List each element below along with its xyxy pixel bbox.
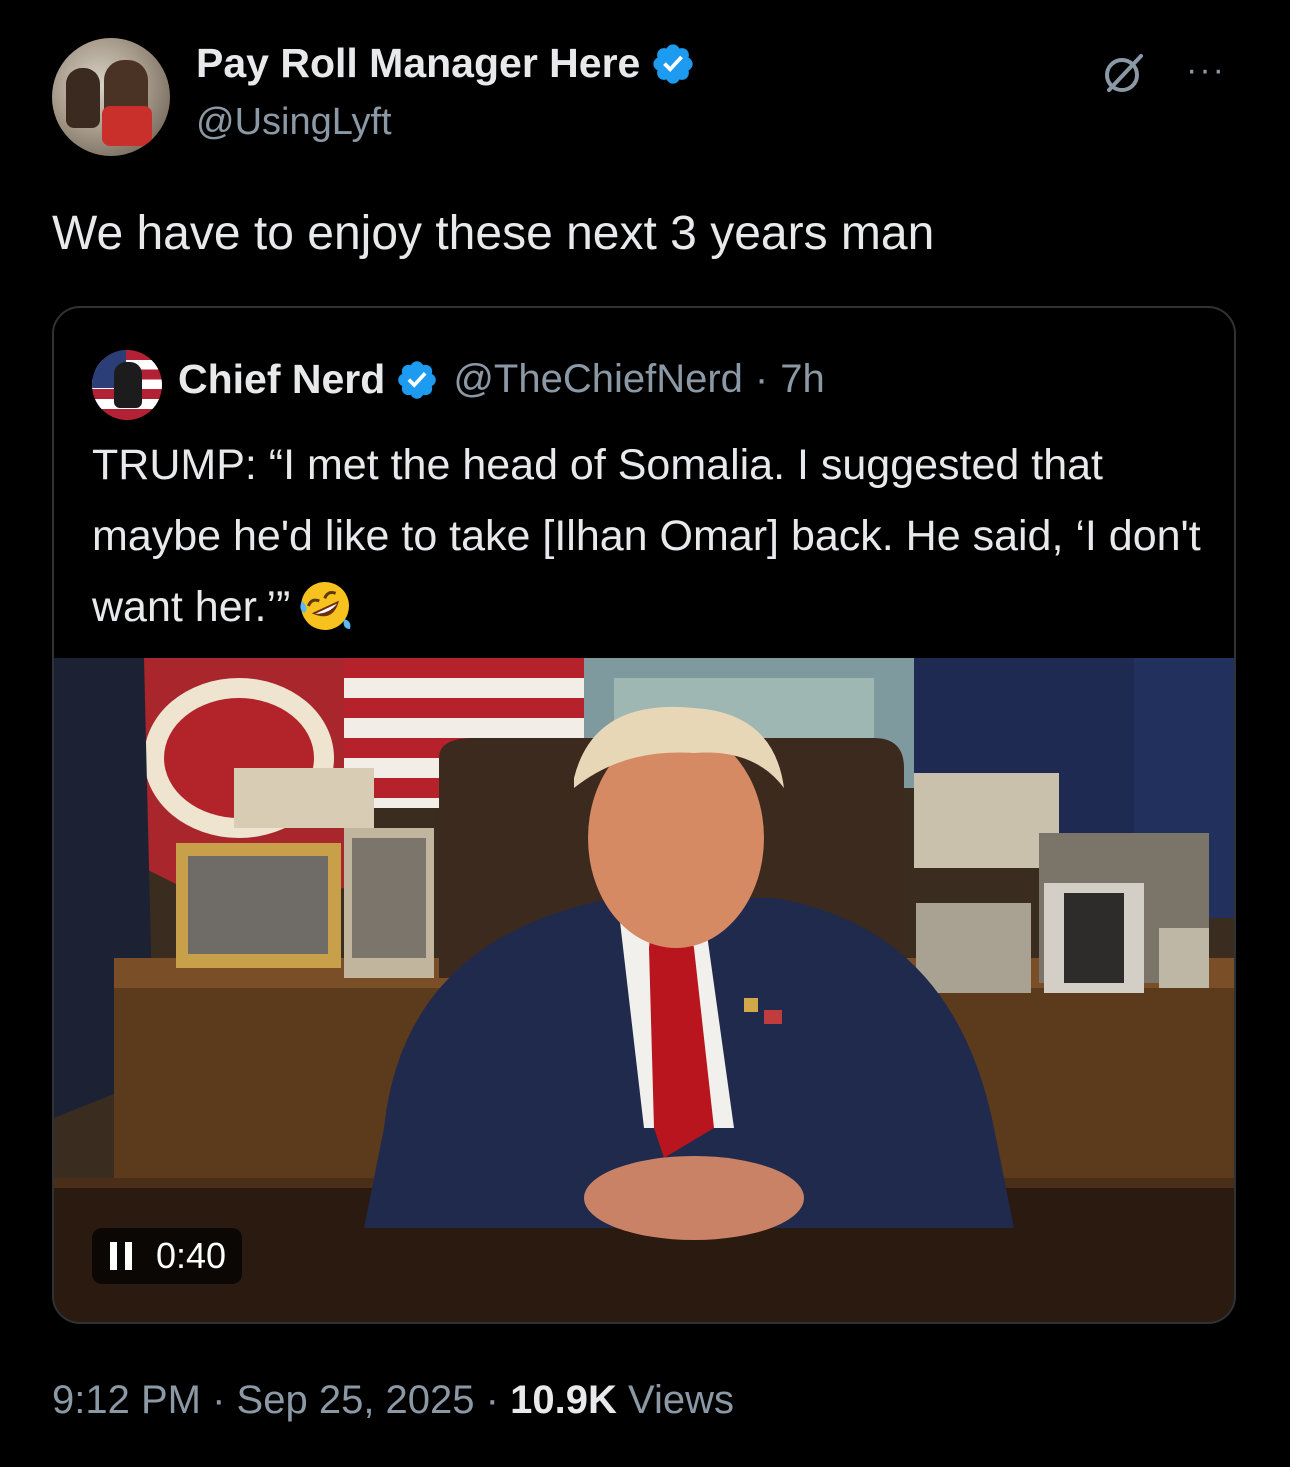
- views-label[interactable]: Views: [628, 1378, 734, 1422]
- avatar-shirt: [102, 106, 152, 146]
- video-elapsed-time: 0:40: [156, 1235, 227, 1276]
- verified-badge-icon: [653, 43, 693, 84]
- quote-tweet-card[interactable]: Chief Nerd @TheChiefNerd · 7h TRUMP: “I …: [52, 306, 1236, 1324]
- quote-video[interactable]: 0:40: [54, 658, 1234, 1322]
- quote-author-handle[interactable]: @TheChiefNerd: [453, 357, 743, 402]
- more-options-icon[interactable]: ···: [1186, 53, 1226, 87]
- quote-text-block: TRUMP: “I met the head of Somalia. I sug…: [92, 430, 1202, 643]
- pause-icon[interactable]: [110, 1242, 132, 1270]
- grok-icon[interactable]: [1101, 50, 1147, 96]
- video-frame: [54, 658, 1234, 1322]
- quote-text: TRUMP: “I met the head of Somalia. I sug…: [92, 441, 1201, 631]
- tweet-text: We have to enjoy these next 3 years man: [52, 207, 935, 260]
- separator-dot: ·: [485, 1378, 499, 1422]
- author-avatar[interactable]: [52, 38, 170, 156]
- rolling-on-the-floor-laughing-emoji-icon: [300, 582, 351, 630]
- verified-badge-icon: [398, 360, 437, 399]
- separator-dot: ·: [754, 357, 769, 401]
- quote-author-avatar[interactable]: [92, 350, 162, 420]
- avatar-figure: [114, 362, 142, 408]
- author-display-name-row[interactable]: Pay Roll Manager Here: [196, 40, 696, 87]
- tweet-date[interactable]: Sep 25, 2025: [237, 1378, 475, 1422]
- views-count[interactable]: 10.9K: [510, 1378, 617, 1422]
- author-handle[interactable]: @UsingLyft: [196, 101, 392, 144]
- quote-author-display-name[interactable]: Chief Nerd: [178, 356, 385, 403]
- tweet-timestamp[interactable]: 9:12 PM: [52, 1378, 201, 1422]
- author-display-name[interactable]: Pay Roll Manager Here: [196, 40, 640, 87]
- quote-time-ago[interactable]: 7h: [780, 357, 825, 402]
- avatar-figure-left: [66, 68, 100, 128]
- tweet-meta: 9:12 PM · Sep 25, 2025 · 10.9K Views: [52, 1378, 734, 1423]
- video-controls[interactable]: 0:40: [92, 1228, 243, 1284]
- separator-dot: ·: [212, 1378, 226, 1422]
- quote-header: Chief Nerd @TheChiefNerd · 7h: [178, 356, 825, 403]
